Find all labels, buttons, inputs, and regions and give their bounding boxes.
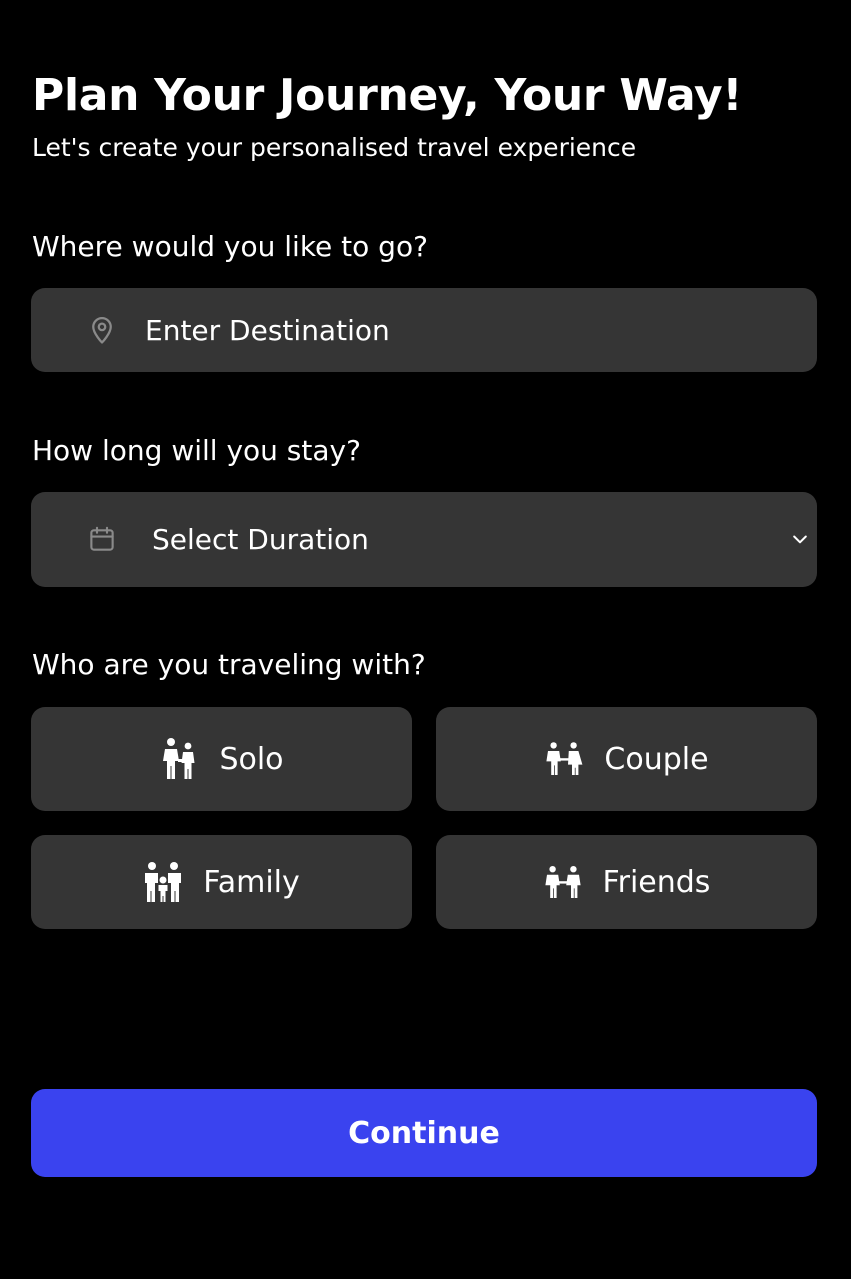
- companion-option-family[interactable]: Family: [31, 835, 412, 929]
- page-title: Plan Your Journey, Your Way!: [32, 70, 743, 121]
- destination-label: Where would you like to go?: [32, 230, 428, 263]
- companion-option-couple[interactable]: Couple: [436, 707, 817, 811]
- companion-option-label: Family: [203, 864, 300, 900]
- duration-selected-value: Select Duration: [152, 523, 369, 556]
- duration-label: How long will you stay?: [32, 434, 361, 467]
- map-pin-icon: [87, 315, 117, 345]
- chevron-down-icon[interactable]: [790, 529, 810, 549]
- duration-select[interactable]: Select Duration: [31, 492, 817, 587]
- trip-planner-page: Plan Your Journey, Your Way! Let's creat…: [0, 0, 851, 1279]
- family-icon: [143, 862, 183, 902]
- destination-input[interactable]: [145, 308, 795, 352]
- destination-field[interactable]: [31, 288, 817, 372]
- companion-option-friends[interactable]: Friends: [436, 835, 817, 929]
- continue-button[interactable]: Continue: [31, 1089, 817, 1177]
- companion-option-solo[interactable]: Solo: [31, 707, 412, 811]
- companion-option-label: Solo: [219, 741, 284, 777]
- companions-label: Who are you traveling with?: [32, 648, 426, 681]
- page-subtitle: Let's create your personalised travel ex…: [32, 133, 637, 162]
- companion-option-label: Couple: [604, 741, 709, 777]
- calendar-icon: [87, 524, 117, 554]
- friends-icon: [543, 862, 583, 902]
- couple-icon: [544, 739, 584, 779]
- solo-traveler-icon: [159, 738, 199, 779]
- companion-option-label: Friends: [602, 864, 711, 900]
